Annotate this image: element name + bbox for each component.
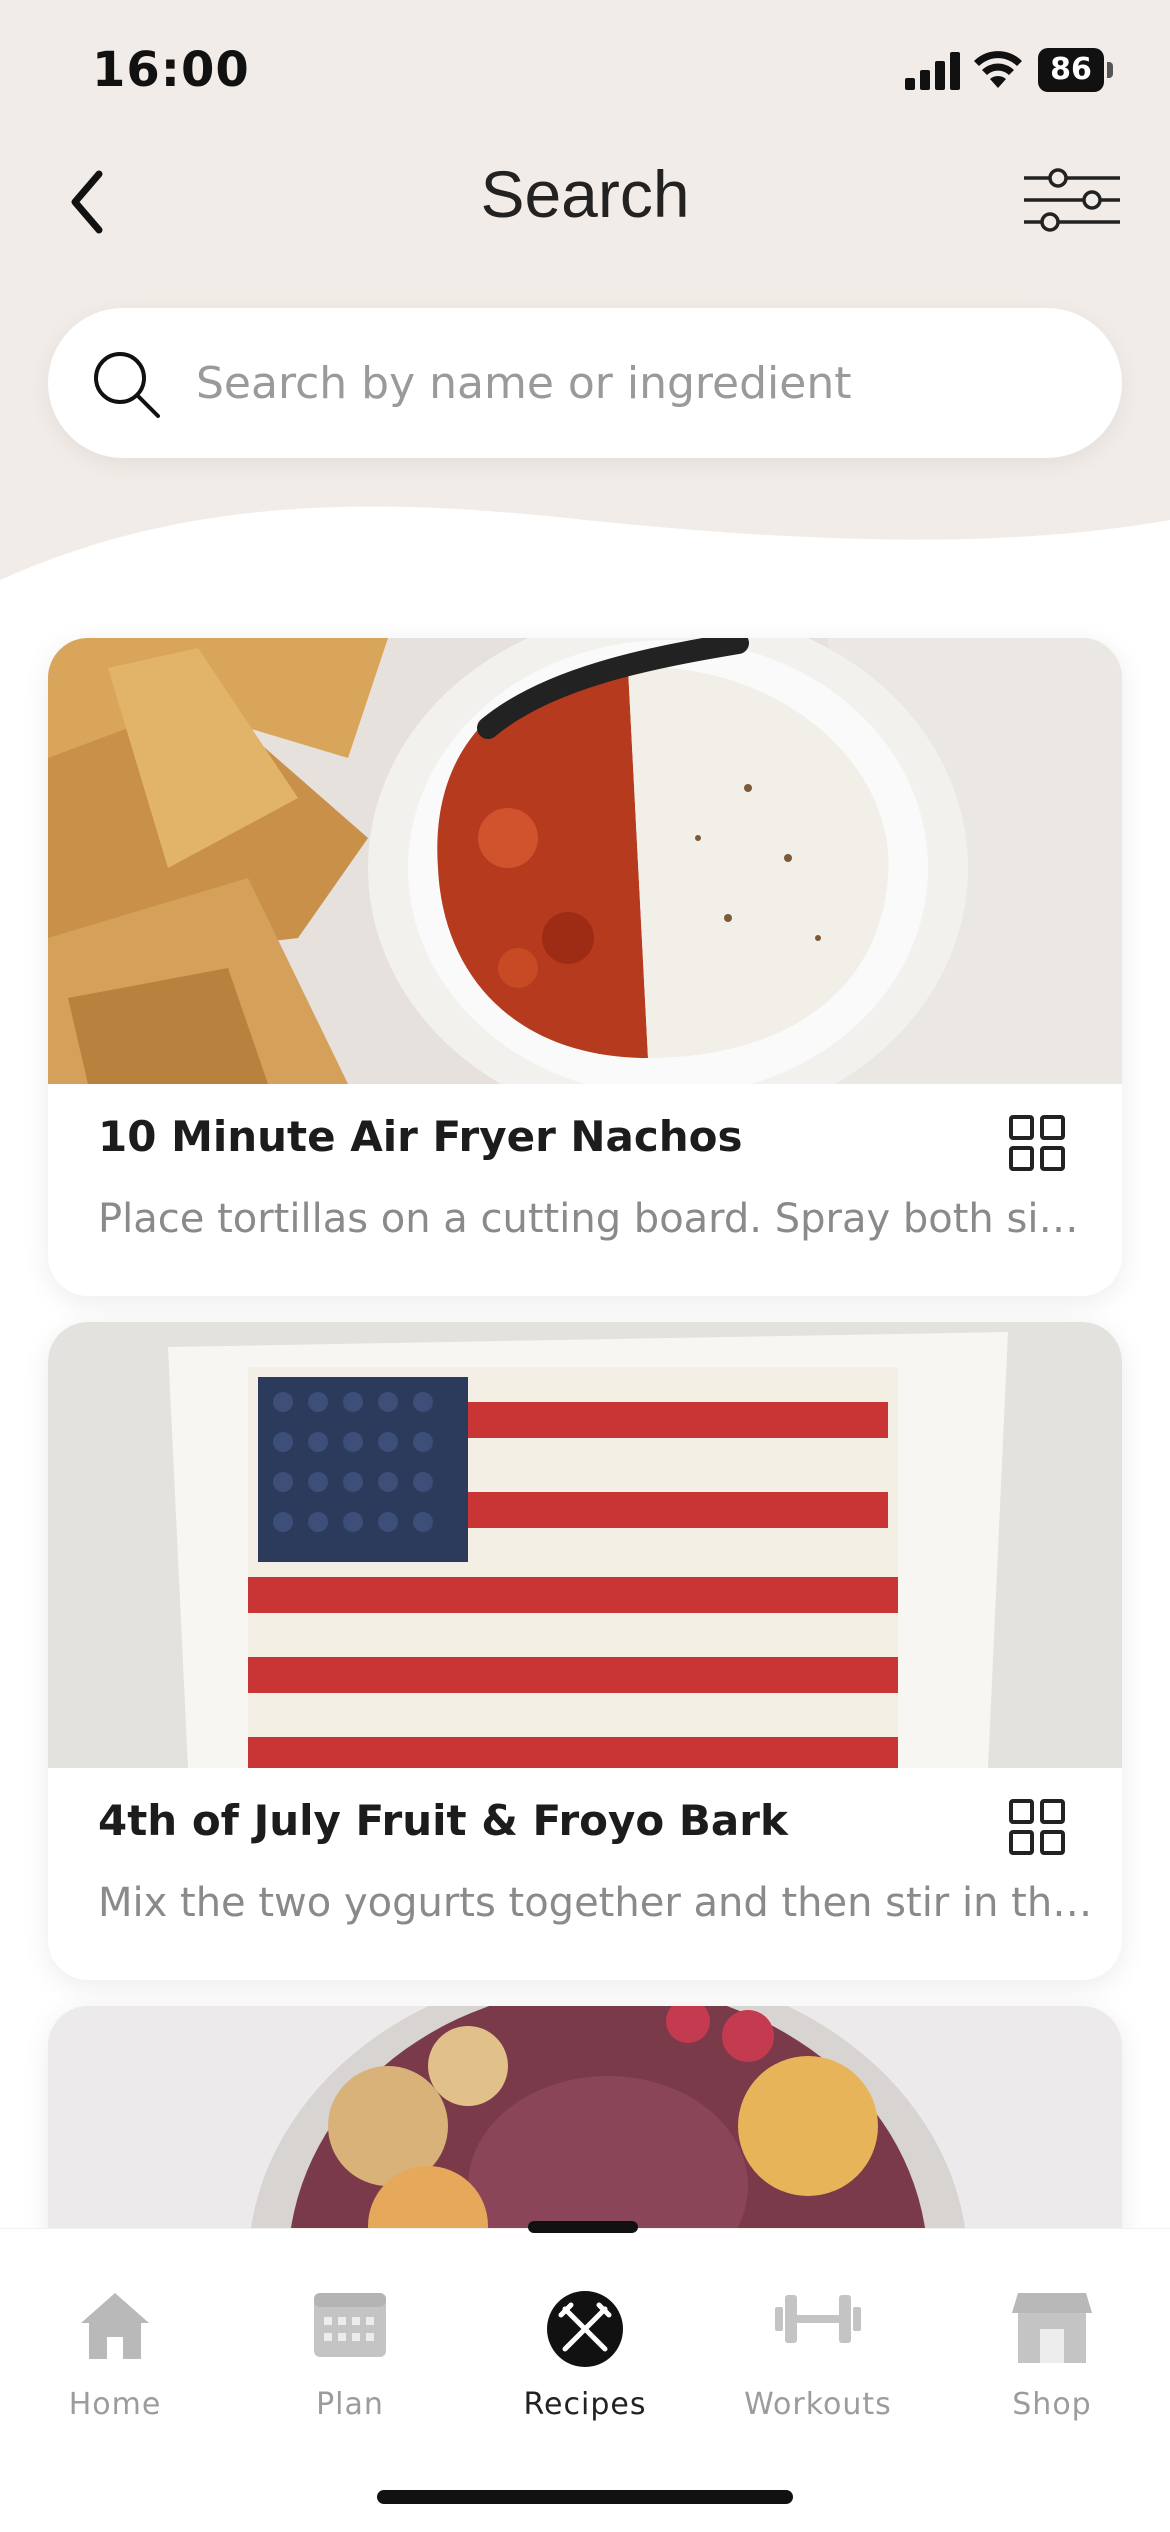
search-bar[interactable]: [48, 308, 1122, 458]
recipe-card-body: 10 Minute Air Fryer Nachos Place tortill…: [48, 1084, 1122, 1296]
recipes-icon: [547, 2291, 623, 2367]
search-input[interactable]: [196, 308, 1076, 458]
tab-recipes[interactable]: Recipes: [485, 2261, 685, 2422]
active-tab-indicator: [528, 2221, 638, 2233]
page-title: Search: [480, 157, 690, 231]
tab-label: Plan: [316, 2387, 384, 2422]
status-bar: 16:00 86: [0, 0, 1170, 150]
tab-label: Shop: [1012, 2387, 1092, 2422]
recipe-title: 10 Minute Air Fryer Nachos: [98, 1112, 743, 1161]
dumbbell-icon: [775, 2295, 861, 2343]
shop-icon: [1012, 2293, 1092, 2363]
tab-plan[interactable]: Plan: [250, 2261, 450, 2422]
tab-label: Recipes: [523, 2387, 647, 2422]
calendar-icon: [314, 2293, 386, 2357]
search-icon: [94, 352, 160, 418]
filter-button[interactable]: [1020, 160, 1124, 240]
add-to-plan-grid-icon[interactable]: [1008, 1798, 1066, 1856]
add-to-plan-grid-icon[interactable]: [1008, 1114, 1066, 1172]
recipe-title: 4th of July Fruit & Froyo Bark: [98, 1796, 788, 1845]
home-indicator: [377, 2490, 793, 2504]
home-icon: [81, 2293, 149, 2359]
recipe-card[interactable]: 10 Minute Air Fryer Nachos Place tortill…: [48, 638, 1122, 1296]
header-wave: [0, 506, 1170, 620]
recipe-description: Place tortillas on a cutting board. Spra…: [98, 1196, 1098, 1242]
battery-icon: 86: [1038, 48, 1113, 92]
wifi-icon: [974, 51, 1022, 88]
recipe-image: [48, 638, 1122, 1084]
recipe-description: Mix the two yogurts together and then st…: [98, 1880, 1098, 1926]
cellular-signal-icon: [905, 52, 960, 90]
tab-home[interactable]: Home: [15, 2261, 215, 2422]
nav-header: Search: [0, 150, 1170, 250]
tab-shop[interactable]: Shop: [952, 2261, 1152, 2422]
tab-label: Workouts: [744, 2387, 892, 2422]
tab-label: Home: [68, 2387, 162, 2422]
sliders-icon: [1024, 168, 1120, 232]
recipe-card-body: 4th of July Fruit & Froyo Bark Mix the t…: [48, 1768, 1122, 1980]
status-time: 16:00: [92, 42, 250, 98]
tab-workouts[interactable]: Workouts: [718, 2261, 918, 2422]
battery-level: 86: [1038, 48, 1104, 92]
recipe-image: [48, 1322, 1122, 1768]
recipe-card[interactable]: 4th of July Fruit & Froyo Bark Mix the t…: [48, 1322, 1122, 1980]
tab-bar: Home Plan Recipes Workouts Shop: [0, 2221, 1170, 2532]
